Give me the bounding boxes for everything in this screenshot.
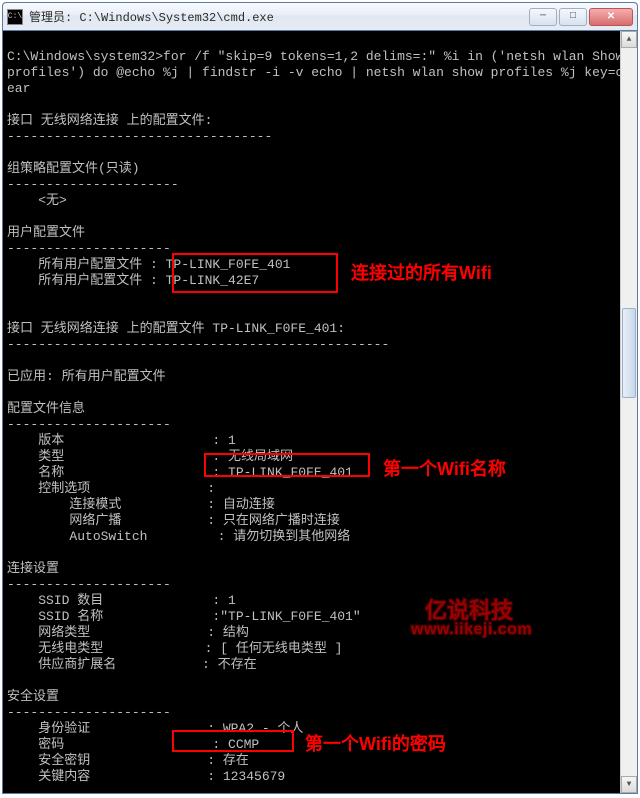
section-header: 用户配置文件	[7, 225, 85, 240]
dashes: ---------------------	[7, 705, 171, 720]
info-row: 类型 : 无线局域网	[7, 449, 293, 464]
conn-row: 网络类型 : 结构	[7, 625, 249, 640]
annotation-firstname: 第一个Wifi名称	[383, 455, 506, 481]
info-row: 网络广播 : 只在网络广播时连接	[7, 513, 340, 528]
section-header: 安全设置	[7, 689, 59, 704]
cmd-line: profiles') do @echo %j | findstr -i -v e…	[7, 65, 620, 80]
minimize-button[interactable]: ─	[529, 8, 557, 26]
info-row: 版本 : 1	[7, 433, 236, 448]
cmd-window: C:\ 管理员: C:\Windows\System32\cmd.exe ─ □…	[2, 2, 638, 794]
cmd-prompt-line: C:\Windows\system32>for /f "skip=9 token…	[7, 49, 620, 64]
info-row: AutoSwitch : 请勿切换到其他网络	[7, 529, 350, 544]
section-header: 连接设置	[7, 561, 59, 576]
cmd-line: ear	[7, 81, 30, 96]
scroll-up-button[interactable]: ▲	[621, 31, 637, 48]
section-header: 组策略配置文件(只读)	[7, 161, 140, 176]
info-row: 名称 : TP-LINK_F0FE_401	[7, 465, 353, 480]
dashes: ---------------------	[7, 417, 171, 432]
annotation-allwifi: 连接过的所有Wifi	[351, 259, 492, 285]
info-row: 控制选项 :	[7, 481, 215, 496]
applied-line: 已应用: 所有用户配置文件	[7, 369, 166, 384]
console-output[interactable]: C:\Windows\system32>for /f "skip=9 token…	[3, 31, 620, 793]
close-button[interactable]: ✕	[589, 8, 633, 26]
dashes: ----------------------------------	[7, 129, 272, 144]
conn-row: SSID 数目 : 1	[7, 593, 236, 608]
maximize-button[interactable]: □	[559, 8, 587, 26]
section-header: 接口 无线网络连接 上的配置文件 TP-LINK_F0FE_401:	[7, 321, 345, 336]
conn-row: SSID 名称 :"TP-LINK_F0FE_401"	[7, 609, 361, 624]
section-header: 配置文件信息	[7, 401, 85, 416]
vertical-scrollbar[interactable]: ▲ ▼	[620, 31, 637, 793]
sec-row: 关键内容 : 12345679	[7, 769, 285, 784]
info-row: 连接模式 : 自动连接	[7, 497, 275, 512]
section-header: 接口 无线网络连接 上的配置文件:	[7, 113, 212, 128]
annotation-firstpwd: 第一个Wifi的密码	[305, 730, 446, 756]
sec-row: 身份验证 : WPA2 - 个人	[7, 721, 303, 736]
window-title: 管理员: C:\Windows\System32\cmd.exe	[29, 8, 529, 25]
dashes: ----------------------------------------…	[7, 337, 389, 352]
scroll-down-button[interactable]: ▼	[621, 776, 637, 793]
scroll-thumb[interactable]	[622, 308, 636, 398]
sec-row: 安全密钥 : 存在	[7, 753, 249, 768]
none-value: <无>	[7, 193, 67, 208]
window-buttons: ─ □ ✕	[529, 8, 633, 26]
dashes: ---------------------	[7, 577, 171, 592]
profile-line: 所有用户配置文件 : TP-LINK_F0FE_401	[7, 257, 290, 272]
titlebar[interactable]: C:\ 管理员: C:\Windows\System32\cmd.exe ─ □…	[3, 3, 637, 31]
dashes: ---------------------	[7, 241, 171, 256]
sec-row: 密码 : CCMP	[7, 737, 259, 752]
cmd-icon: C:\	[7, 9, 23, 25]
dashes: ----------------------	[7, 177, 179, 192]
watermark-url: www.iikeji.com	[411, 621, 532, 639]
profile-line: 所有用户配置文件 : TP-LINK_42E7	[7, 273, 259, 288]
conn-row: 供应商扩展名 : 不存在	[7, 657, 257, 672]
conn-row: 无线电类型 : [ 任何无线电类型 ]	[7, 641, 342, 656]
scroll-track[interactable]	[621, 48, 637, 776]
